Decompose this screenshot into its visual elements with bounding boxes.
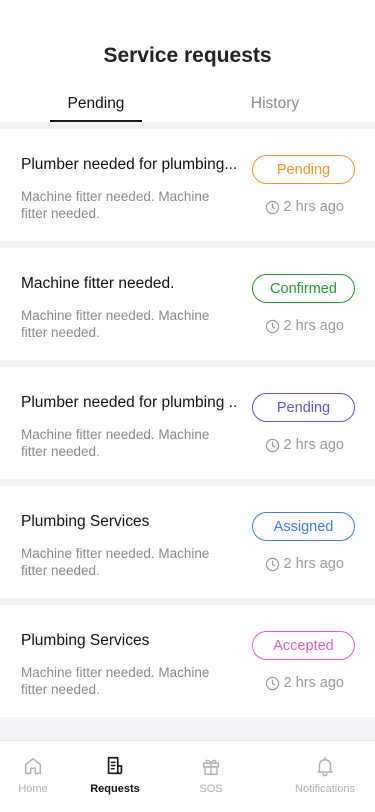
- request-description: Machine fitter needed. Machine fitter ne…: [21, 189, 210, 221]
- request-time: 2 hrs ago: [265, 556, 344, 572]
- time-label: 2 hrs ago: [283, 318, 344, 334]
- tabbar-item-notifications[interactable]: Notifications: [285, 755, 365, 795]
- request-card[interactable]: Plumbing Services Accepted Machine fitte…: [0, 605, 375, 717]
- tab-pending[interactable]: Pending: [50, 94, 142, 122]
- request-time: 2 hrs ago: [265, 437, 344, 453]
- status-badge: Accepted: [252, 631, 355, 660]
- time-label: 2 hrs ago: [283, 437, 344, 453]
- bell-icon: [317, 757, 333, 777]
- clock-icon: [265, 438, 279, 452]
- request-title: Plumbing Services: [21, 513, 150, 530]
- clock-icon: [265, 557, 279, 571]
- request-description: Machine fitter needed. Machine fitter ne…: [21, 308, 210, 340]
- tabbar-item-home[interactable]: Home: [0, 755, 73, 795]
- request-list: Plumber needed for plumbing... Pending M…: [0, 129, 375, 724]
- page-title: Service requests: [103, 44, 272, 67]
- request-card[interactable]: Machine fitter needed. Confirmed Machine…: [0, 248, 375, 360]
- status-badge: Pending: [252, 155, 355, 184]
- request-card[interactable]: Plumbing Services Assigned Machine fitte…: [0, 486, 375, 598]
- request-title: Plumbing Services: [21, 632, 150, 649]
- gift-icon: [202, 759, 220, 775]
- time-label: 2 hrs ago: [283, 556, 344, 572]
- clock-icon: [265, 200, 279, 214]
- request-card[interactable]: Plumber needed for plumbing... Pending M…: [0, 129, 375, 241]
- request-description: Machine fitter needed. Machine fitter ne…: [21, 665, 210, 697]
- status-badge: Assigned: [252, 512, 355, 541]
- request-time: 2 hrs ago: [265, 675, 344, 691]
- request-title: Plumber needed for plumbing...: [21, 156, 238, 173]
- clock-icon: [265, 319, 279, 333]
- tabbar-label: Home: [18, 783, 48, 795]
- header: Service requests Pending History: [0, 0, 375, 122]
- request-title: Machine fitter needed.: [21, 275, 175, 292]
- tab-history[interactable]: History: [229, 94, 321, 122]
- request-description: Machine fitter needed. Machine fitter ne…: [21, 546, 210, 578]
- tab-bar-top: Pending History: [0, 94, 375, 122]
- tabbar-item-sos[interactable]: SOS: [171, 755, 251, 795]
- request-card[interactable]: Plumber needed for plumbing .. Pending M…: [0, 367, 375, 479]
- time-label: 2 hrs ago: [283, 199, 344, 215]
- tabbar-label: SOS: [199, 783, 223, 795]
- request-time: 2 hrs ago: [265, 199, 344, 215]
- home-icon: [24, 757, 42, 775]
- tabbar-label: Requests: [90, 783, 140, 795]
- bottom-tab-bar: Home Requests SOS Notifications: [0, 740, 375, 812]
- status-badge: Confirmed: [252, 274, 355, 303]
- request-title: Plumber needed for plumbing ..: [21, 394, 238, 411]
- request-description: Machine fitter needed. Machine fitter ne…: [21, 427, 210, 459]
- time-label: 2 hrs ago: [283, 675, 344, 691]
- request-time: 2 hrs ago: [265, 318, 344, 334]
- document-icon: [107, 756, 123, 775]
- tabbar-label: Notifications: [295, 783, 355, 795]
- tabbar-item-requests[interactable]: Requests: [75, 755, 155, 795]
- status-badge: Pending: [252, 393, 355, 422]
- clock-icon: [265, 676, 279, 690]
